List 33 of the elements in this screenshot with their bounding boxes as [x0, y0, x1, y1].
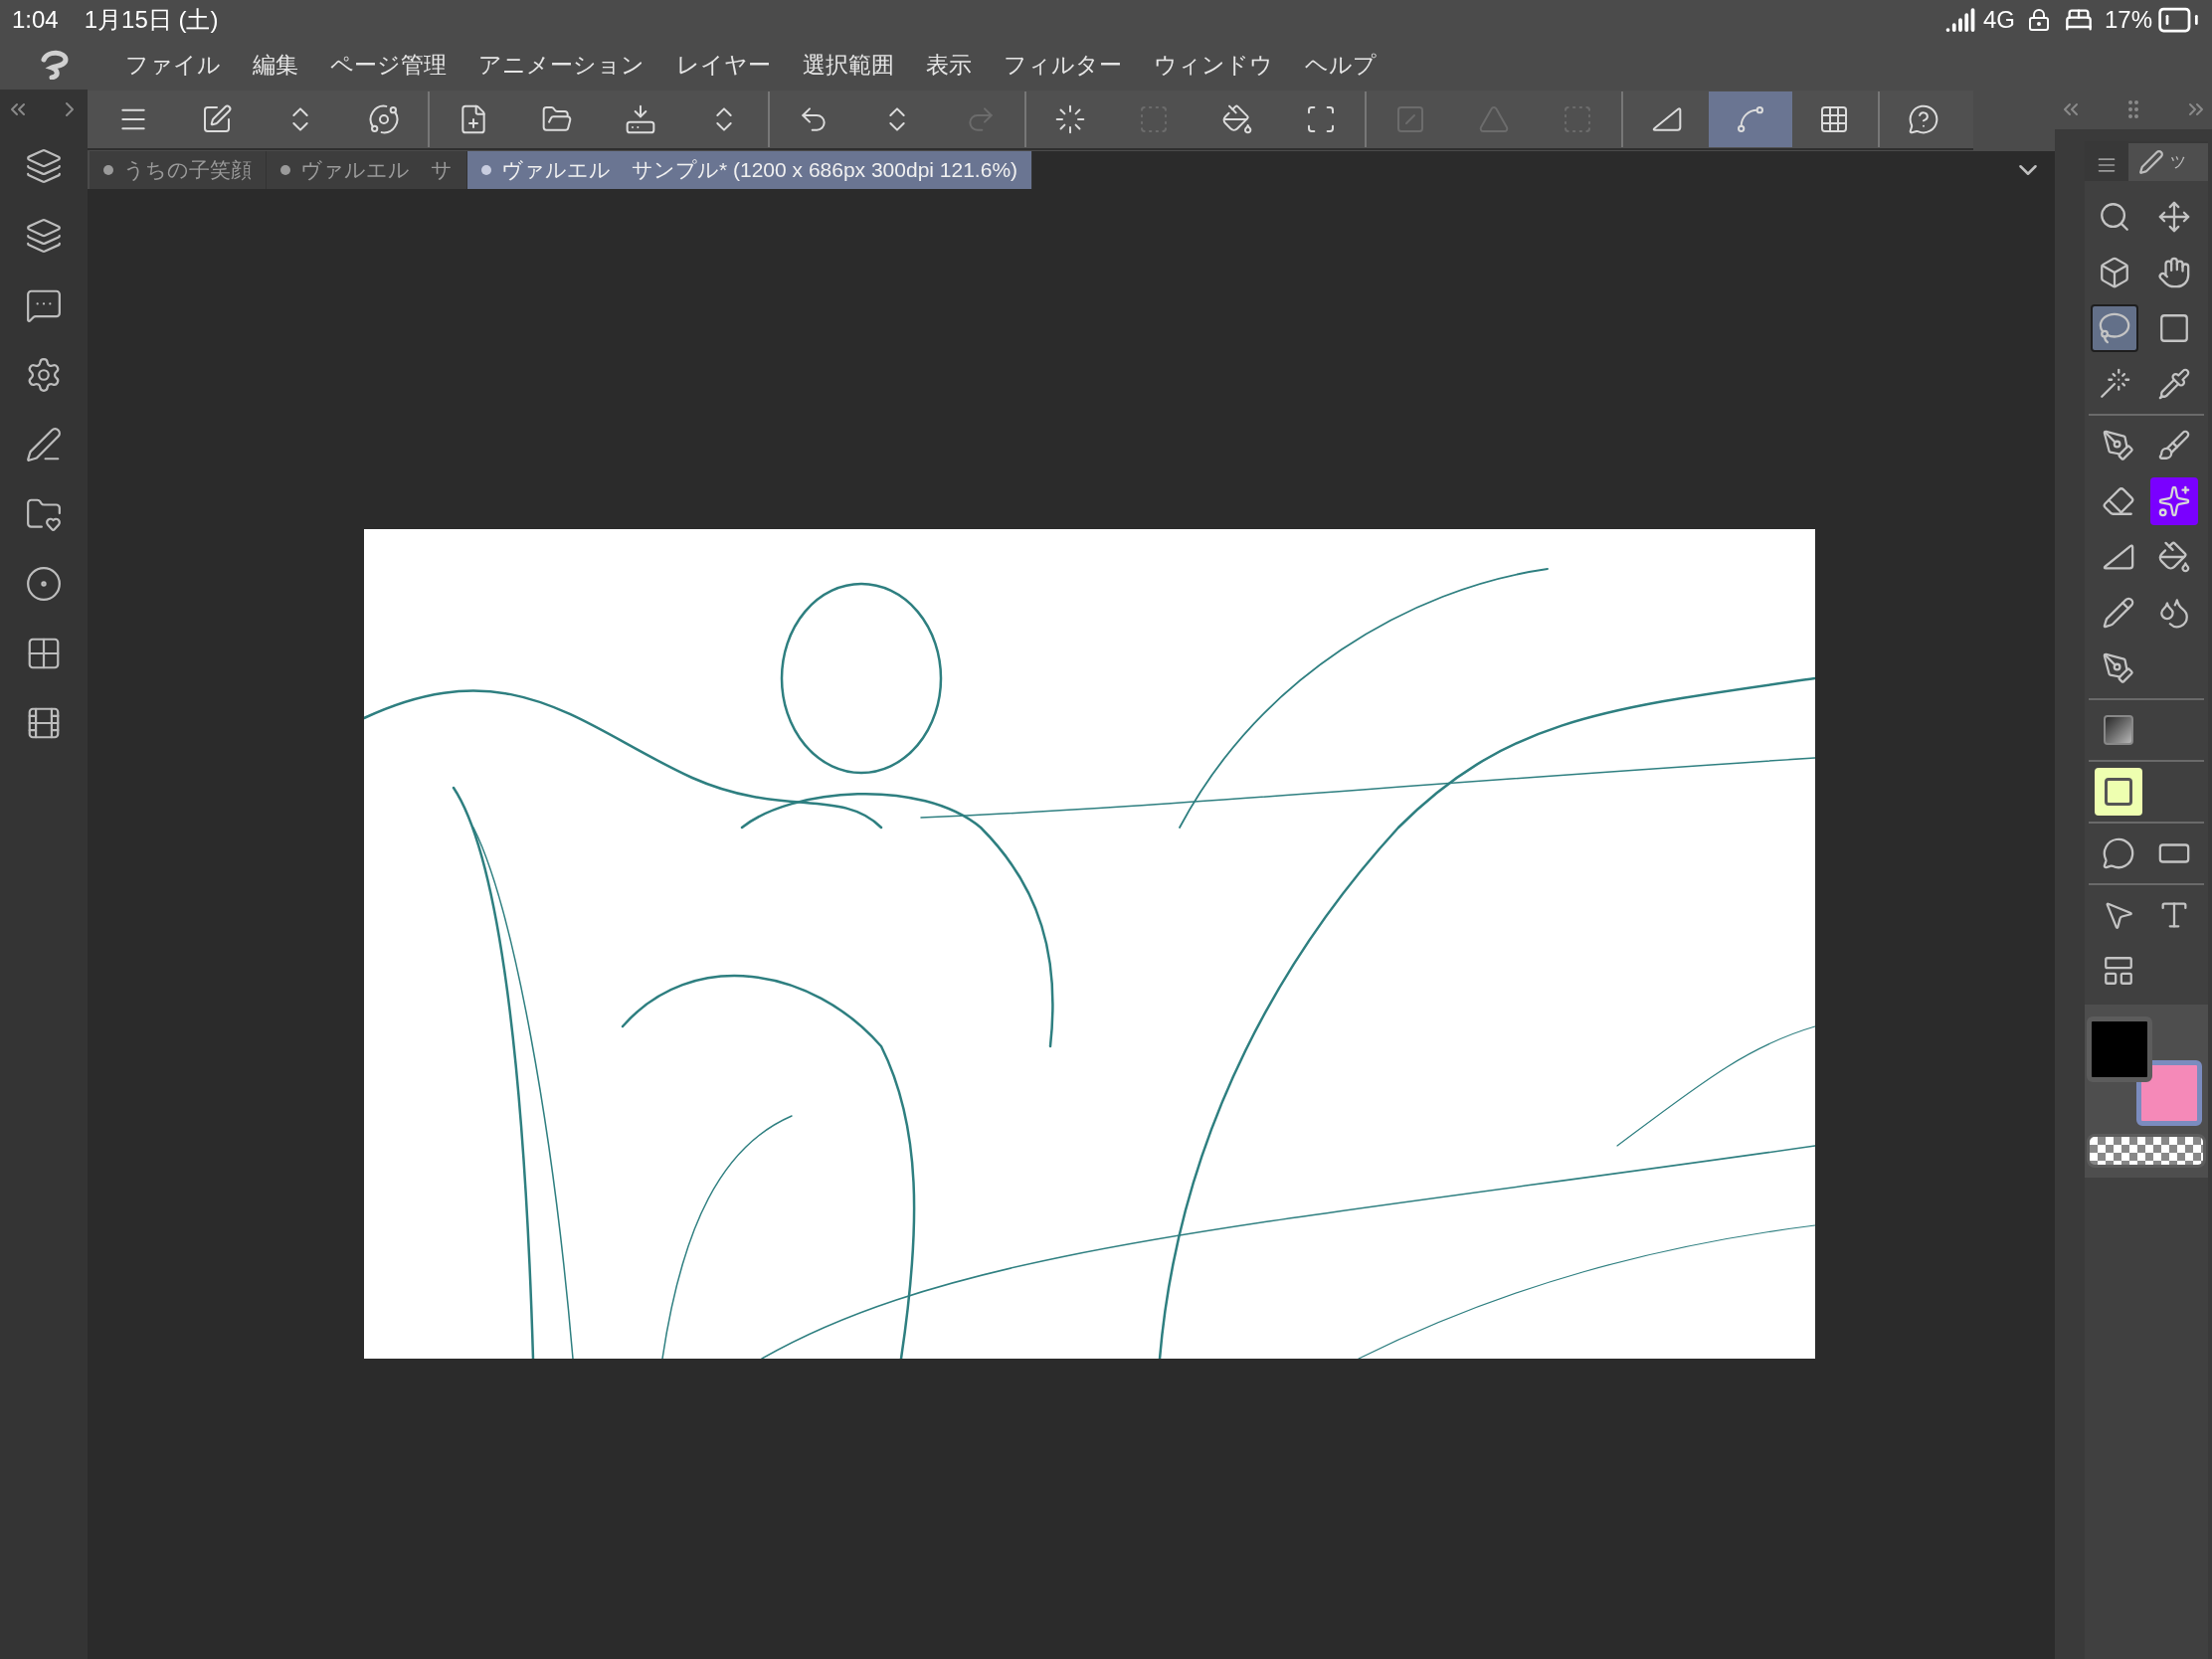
- signal-icon: [1944, 5, 1975, 35]
- menu-item[interactable]: ページ管理: [314, 47, 462, 83]
- menu-item[interactable]: フィルター: [988, 47, 1138, 83]
- main-color-swatch[interactable]: [2087, 1016, 2152, 1082]
- tool-tab[interactable]: ツ: [2128, 143, 2208, 181]
- menu-item[interactable]: 表示: [910, 47, 988, 83]
- menu-item[interactable]: アニメーション: [462, 47, 660, 83]
- status-date: 1月15日 (土): [84, 5, 219, 35]
- square-icon[interactable]: [2095, 768, 2142, 816]
- pen-icon: [2138, 149, 2164, 175]
- rotation-lock-icon: [2026, 8, 2051, 32]
- curve-icon[interactable]: [1709, 92, 1792, 147]
- pen-icon[interactable]: [25, 426, 63, 463]
- lasso-icon[interactable]: [2091, 304, 2138, 352]
- menu-item[interactable]: 編集: [237, 47, 314, 83]
- menu-item[interactable]: レイヤー: [660, 47, 787, 83]
- menu-item[interactable]: ファイル: [109, 47, 237, 83]
- document-tab[interactable]: ヴァルエル サンプル* (1200 x 686px 300dpi 121.6%): [467, 151, 1033, 189]
- transparent-color-swatch[interactable]: [2087, 1134, 2206, 1168]
- layers-icon[interactable]: [25, 147, 63, 185]
- document-tab[interactable]: ヴァルエル サ: [267, 151, 467, 189]
- menu-item[interactable]: 選択範囲: [787, 47, 910, 83]
- circle-icon[interactable]: [25, 565, 63, 603]
- sub-color-swatch[interactable]: [2136, 1060, 2202, 1126]
- layers-icon[interactable]: [25, 217, 63, 255]
- menu-item[interactable]: ヘルプ: [1289, 47, 1392, 83]
- menu-item[interactable]: ウィンドウ: [1138, 47, 1289, 83]
- status-time: 1:04: [12, 5, 59, 35]
- menu-icon: [2097, 155, 2117, 175]
- document-tab[interactable]: うちの子笑顔: [90, 151, 267, 189]
- sparkle-icon[interactable]: [2150, 477, 2198, 525]
- battery-percent: 17%: [2104, 5, 2152, 35]
- network-label: 4G: [1982, 5, 2015, 35]
